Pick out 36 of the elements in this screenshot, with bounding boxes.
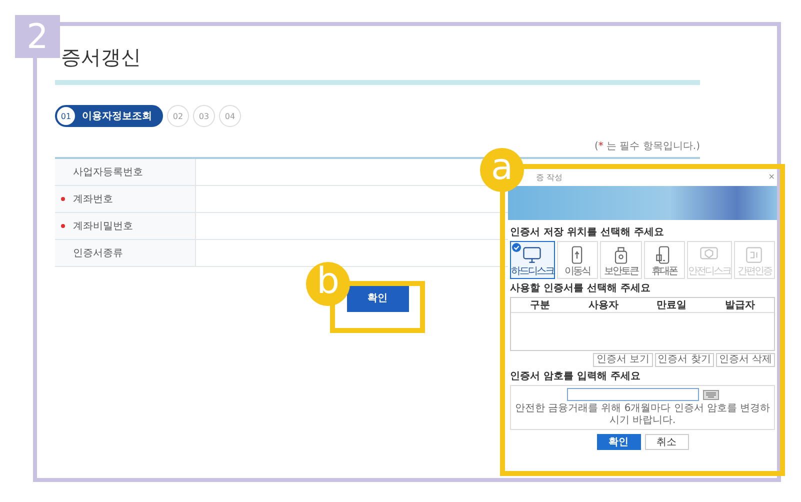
storage-option[interactable]: 이동식	[556, 241, 598, 279]
form-label: 인증서종류	[73, 247, 123, 260]
ok-button[interactable]: 확인	[596, 434, 640, 450]
step-indicator[interactable]: 01 이용자정보조회	[55, 105, 163, 127]
keyboard-icon[interactable]	[702, 390, 718, 400]
storage-option[interactable]: 휴대폰	[644, 241, 685, 279]
form-label: 사업자등록번호	[73, 166, 143, 179]
certificate-action-button[interactable]: 인증서 삭제	[716, 353, 775, 367]
section-heading: 인증서 저장 위치를 선택해 주세요	[510, 226, 665, 239]
step-number-badge: 2	[15, 15, 60, 58]
close-button[interactable]: ×	[768, 172, 775, 184]
cancel-button[interactable]: 취소	[644, 434, 688, 450]
column-header: 만료일	[656, 299, 687, 312]
password-field[interactable]	[566, 388, 698, 401]
page-title: 증서갱신	[60, 44, 142, 71]
form-label: 계좌비밀번호	[73, 220, 133, 233]
required-note: (* 는 필수 항목입니다.)	[594, 140, 700, 153]
column-header: 발급자	[724, 299, 755, 312]
certificate-action-button[interactable]: 인증서 보기	[593, 353, 653, 367]
annotation-marker: a	[480, 148, 524, 192]
certificate-action-button[interactable]: 인증서 찾기	[654, 353, 714, 367]
section-heading: 사용할 인증서를 선택해 주세요	[510, 282, 652, 295]
annotation-marker: b	[306, 262, 350, 306]
dialog-title: 증 작성	[536, 172, 563, 184]
storage-option: 간편인증	[734, 241, 775, 279]
monitor-icon	[521, 244, 544, 266]
confirm-button[interactable]: 확인	[346, 284, 408, 312]
storage-option[interactable]: 하드디스크	[510, 241, 554, 279]
storage-option: 안전디스크	[687, 241, 732, 279]
password-notice: 안전한 금융거래를 위해 6개월마다 인증서 암호를 변경하시기 바랍니다.	[514, 403, 772, 427]
check-icon	[512, 243, 521, 252]
section-heading: 인증서 암호를 입력해 주세요	[510, 370, 642, 383]
form-label: 계좌번호	[73, 193, 113, 206]
storage-option[interactable]: 보안토큰	[600, 241, 642, 279]
column-header: 사용자	[588, 299, 618, 312]
column-header: 구분	[530, 299, 550, 312]
